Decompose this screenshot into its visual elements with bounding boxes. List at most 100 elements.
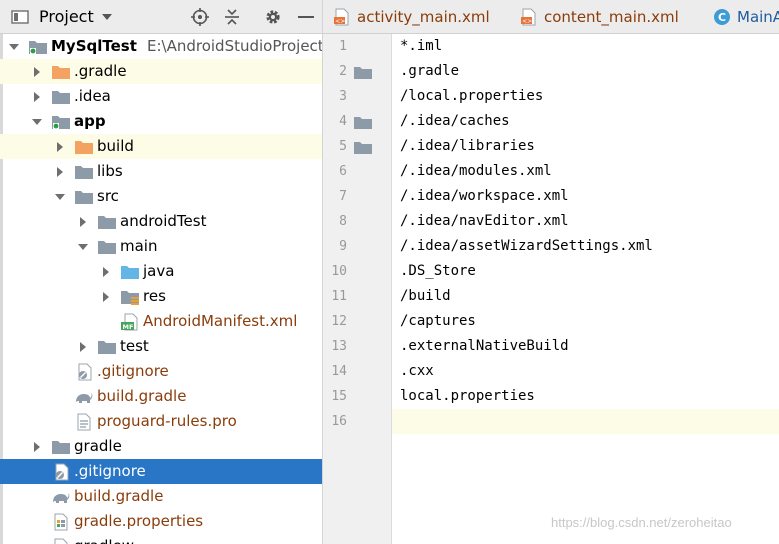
- chevron-right-icon[interactable]: [98, 259, 114, 284]
- code-line[interactable]: .cxx: [392, 359, 779, 384]
- tree-item-gitignore[interactable]: .gitignore: [0, 359, 322, 384]
- locate-file-icon[interactable]: [190, 7, 210, 27]
- gutter-line[interactable]: 13: [323, 334, 392, 359]
- gutter-line[interactable]: 8: [323, 209, 392, 234]
- tree-item-gradlew[interactable]: gradlew: [0, 534, 322, 544]
- code-line[interactable]: /.idea/workspace.xml: [392, 184, 779, 209]
- code-line[interactable]: .externalNativeBuild: [392, 334, 779, 359]
- tree-item-androidmanifest-xml[interactable]: MF AndroidManifest.xml: [0, 309, 322, 334]
- svg-text:C: C: [718, 11, 726, 24]
- tree-item-label: build.gradle: [97, 387, 187, 405]
- project-view-icon[interactable]: [10, 7, 30, 27]
- tab-label: content_main.xml: [544, 8, 679, 26]
- editor-text-area[interactable]: *.iml .gradle/local.properties /.idea/cach…: [392, 34, 779, 544]
- tree-item-test[interactable]: test: [0, 334, 322, 359]
- tree-item-libs[interactable]: libs: [0, 159, 322, 184]
- tree-item-gitignore[interactable]: .gitignore: [0, 459, 322, 484]
- chevron-down-icon[interactable]: [29, 109, 45, 134]
- chevron-right-icon[interactable]: [52, 134, 68, 159]
- tab-content-main-xml[interactable]: <> content_main.xml: [520, 0, 679, 33]
- line-number: 1: [339, 39, 347, 54]
- gutter-line[interactable]: 9: [323, 234, 392, 259]
- chevron-down-icon[interactable]: [52, 184, 68, 209]
- text-file-icon: [51, 537, 71, 544]
- tree-item-proguard-rules-pro[interactable]: proguard-rules.pro: [0, 409, 322, 434]
- tree-item-mysqltest[interactable]: MySqlTest E:\AndroidStudioProjects: [0, 34, 322, 59]
- tree-item-java[interactable]: java: [0, 259, 322, 284]
- tree-item-build[interactable]: build: [0, 134, 322, 159]
- code-line[interactable]: /.idea/navEditor.xml: [392, 209, 779, 234]
- tree-item-gradle-properties[interactable]: gradle.properties: [0, 509, 322, 534]
- folder-icon: [354, 65, 372, 83]
- gutter-line[interactable]: 12: [323, 309, 392, 334]
- tree-item-res[interactable]: res: [0, 284, 322, 309]
- chevron-right-icon[interactable]: [75, 334, 91, 359]
- excluded-folder-icon: [74, 137, 94, 156]
- code-line[interactable]: /local.properties: [392, 84, 779, 109]
- tree-item-build-gradle[interactable]: build.gradle: [0, 384, 322, 409]
- tree-item-main[interactable]: main: [0, 234, 322, 259]
- collapse-all-icon[interactable]: [222, 7, 242, 27]
- gutter-line[interactable]: 10: [323, 259, 392, 284]
- code-line[interactable]: .gradle: [392, 59, 779, 84]
- gitignore-file-icon: [74, 362, 94, 381]
- tree-item-androidtest[interactable]: androidTest: [0, 209, 322, 234]
- gutter-line[interactable]: 15: [323, 384, 392, 409]
- tab-label: MainActivity.java: [737, 8, 779, 26]
- project-panel-header: Project: [0, 0, 322, 34]
- chevron-down-icon[interactable]: [97, 7, 117, 27]
- tree-item-build-gradle[interactable]: build.gradle: [0, 484, 322, 509]
- code-line[interactable]: *.iml: [392, 34, 779, 59]
- chevron-right-icon[interactable]: [75, 209, 91, 234]
- tree-item-app[interactable]: app: [0, 109, 322, 134]
- gutter-line[interactable]: 14: [323, 359, 392, 384]
- xml-file-icon: <>: [333, 8, 351, 26]
- manifest-file-icon: MF: [120, 312, 140, 331]
- project-view-title[interactable]: Project: [39, 7, 94, 27]
- current-line[interactable]: [392, 409, 779, 434]
- gutter-line[interactable]: 11: [323, 284, 392, 309]
- tab-activity-main-xml[interactable]: <> activity_main.xml: [333, 0, 490, 33]
- gutter-line[interactable]: 16: [323, 409, 392, 434]
- tree-item-gradle[interactable]: gradle: [0, 434, 322, 459]
- gutter-line[interactable]: 7: [323, 184, 392, 209]
- tree-item-label: res: [143, 287, 166, 305]
- code-line[interactable]: .DS_Store: [392, 259, 779, 284]
- folder-icon: [354, 140, 372, 158]
- code-line[interactable]: /build: [392, 284, 779, 309]
- gutter-line[interactable]: 5: [323, 134, 392, 159]
- chevron-right-icon[interactable]: [98, 284, 114, 309]
- tree-item-idea[interactable]: .idea: [0, 84, 322, 109]
- code-line[interactable]: /.idea/modules.xml: [392, 159, 779, 184]
- code-line[interactable]: /.idea/assetWizardSettings.xml: [392, 234, 779, 259]
- folder-icon: [74, 162, 94, 181]
- folder-icon: [97, 337, 117, 356]
- gutter-line[interactable]: 6: [323, 159, 392, 184]
- line-number: 13: [331, 339, 347, 354]
- chevron-down-icon[interactable]: [75, 234, 91, 259]
- gutter-line[interactable]: 4: [323, 109, 392, 134]
- tree-item-gradle[interactable]: .gradle: [0, 59, 322, 84]
- code-text: *.iml: [400, 38, 443, 54]
- tree-item-label: .idea: [74, 87, 111, 105]
- gutter-line[interactable]: 2: [323, 59, 392, 84]
- gear-icon[interactable]: [263, 7, 283, 27]
- code-text: /.idea/assetWizardSettings.xml: [400, 238, 653, 254]
- code-line[interactable]: /.idea/libraries: [392, 134, 779, 159]
- tree-item-src[interactable]: src: [0, 184, 322, 209]
- code-line[interactable]: /.idea/caches: [392, 109, 779, 134]
- code-line[interactable]: local.properties: [392, 384, 779, 409]
- tree-item-label: .gradle: [74, 62, 127, 80]
- chevron-right-icon[interactable]: [29, 84, 45, 109]
- chevron-right-icon[interactable]: [52, 159, 68, 184]
- chevron-down-icon[interactable]: [6, 34, 22, 59]
- chevron-right-icon[interactable]: [29, 59, 45, 84]
- code-text: /.idea/libraries: [400, 138, 535, 154]
- hide-panel-icon[interactable]: [296, 7, 316, 27]
- code-line[interactable]: /captures: [392, 309, 779, 334]
- gutter-line[interactable]: 1: [323, 34, 392, 59]
- tab-mainactivity-java[interactable]: C MainActivity.java: [713, 0, 779, 33]
- chevron-right-icon[interactable]: [29, 434, 45, 459]
- resource-folder-icon: [120, 287, 140, 306]
- gutter-line[interactable]: 3: [323, 84, 392, 109]
